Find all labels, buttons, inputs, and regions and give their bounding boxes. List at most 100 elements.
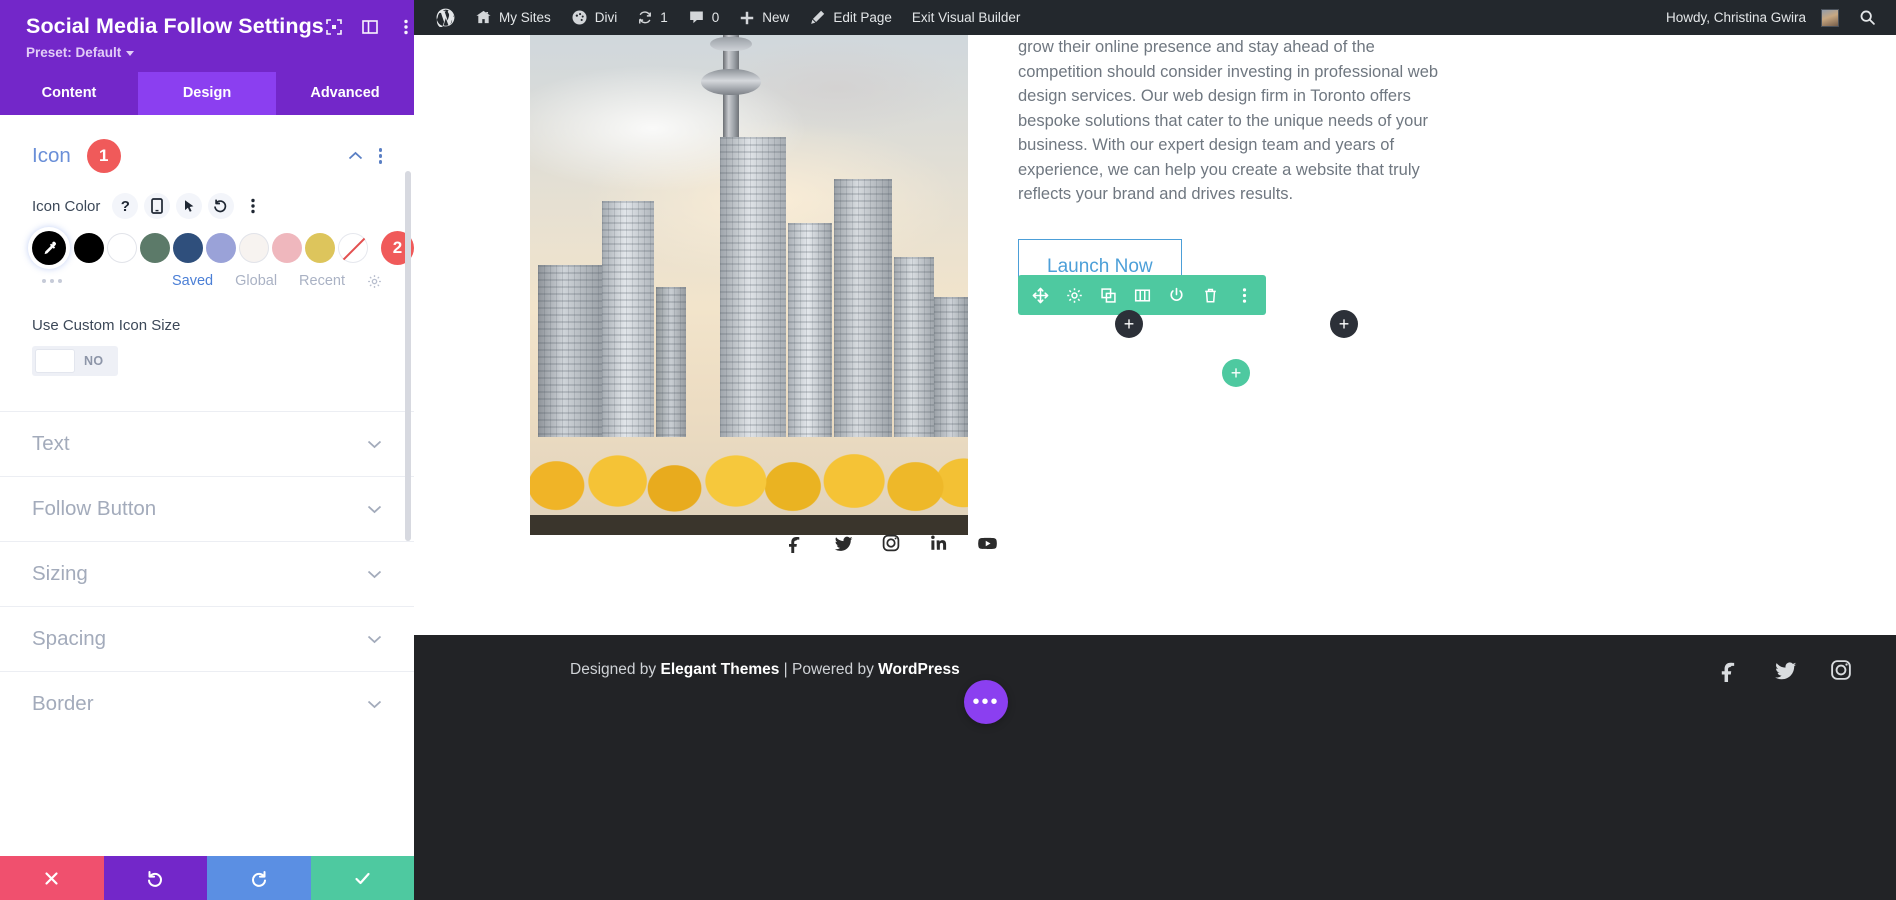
module-settings-panel: Social Media Follow Settings [0,0,414,900]
text-module: grow their online presence and stay ahea… [1018,35,1458,295]
my-sites-menu[interactable]: My Sites [465,0,561,35]
preset-label: Preset: Default [26,45,121,60]
swatch-sage[interactable] [140,233,170,263]
building [538,265,602,437]
icon-color-label: Icon Color [32,198,100,215]
accordion-border[interactable]: Border [0,671,414,736]
palette-tab-global[interactable]: Global [235,273,277,289]
add-row-button[interactable]: + [1222,359,1250,387]
accordion-label: Sizing [32,562,88,586]
icon-section: Icon 1 [0,115,414,173]
linkedin-icon[interactable] [928,532,950,554]
wordpress-logo-icon[interactable] [426,0,465,35]
reset-icon[interactable] [208,193,234,219]
undo-button[interactable] [104,856,208,900]
facebook-icon[interactable] [784,532,806,554]
comments-menu[interactable]: 0 [678,0,730,35]
divi-menu[interactable]: Divi [561,0,628,35]
custom-icon-size-toggle[interactable]: NO [32,346,118,376]
tab-design[interactable]: Design [138,72,276,115]
tab-content[interactable]: Content [0,72,138,115]
my-sites-label: My Sites [499,10,551,25]
palette-tab-recent[interactable]: Recent [299,273,345,289]
swatch-pink[interactable] [272,233,302,263]
building [934,297,968,437]
tab-advanced[interactable]: Advanced [276,72,414,115]
updates-count: 1 [660,10,668,25]
accordion-spacing[interactable]: Spacing [0,606,414,671]
kebab-menu-icon[interactable] [1234,285,1254,305]
new-menu[interactable]: New [729,0,799,35]
instagram-icon[interactable] [880,532,902,554]
chevron-down-icon [367,566,382,583]
accordion-follow-button[interactable]: Follow Button [0,476,414,541]
search-icon[interactable] [1849,0,1886,35]
swatch-periwinkle[interactable] [206,233,236,263]
icon-color-field: Icon Color ? [0,173,414,219]
panel-body: Icon 1 Icon Color ? [0,115,414,856]
edit-page-menu[interactable]: Edit Page [799,0,902,35]
focus-icon[interactable] [324,17,344,37]
panel-scrollbar[interactable] [405,171,411,541]
disable-icon[interactable] [1166,285,1186,305]
chevron-down-icon [367,436,382,453]
gear-icon[interactable] [1064,285,1084,305]
redo-button[interactable] [207,856,311,900]
custom-icon-size-field: Use Custom Icon Size NO [0,289,414,377]
mobile-icon[interactable] [144,193,170,219]
duplicate-icon[interactable] [1098,285,1118,305]
footer-credit-prefix: Designed by [570,661,660,678]
page-canvas: grow their online presence and stay ahea… [414,35,1896,900]
divi-label: Divi [595,10,618,25]
accordion-sizing[interactable]: Sizing [0,541,414,606]
greeting-label: Howdy, Christina Gwira [1666,10,1806,25]
move-icon[interactable] [1030,285,1050,305]
account-menu[interactable]: Howdy, Christina Gwira [1656,0,1849,35]
design-accordions: Text Follow Button Sizing [0,411,414,736]
add-section-button[interactable]: + [1330,310,1358,338]
footer-credit-brand[interactable]: Elegant Themes [660,661,779,678]
swatch-white[interactable] [107,233,137,263]
columns-icon[interactable] [1132,285,1152,305]
comments-count: 0 [712,10,720,25]
swatch-black[interactable] [74,233,104,263]
twitter-icon[interactable] [1772,657,1798,683]
palette-tab-saved[interactable]: Saved [172,273,213,289]
new-label: New [762,10,789,25]
footer-credit-platform[interactable]: WordPress [878,661,960,678]
instagram-icon[interactable] [1828,657,1854,683]
chevron-up-icon[interactable] [348,149,363,164]
swatch-gold[interactable] [305,233,335,263]
chevron-down-icon [367,631,382,648]
layout-columns-icon[interactable] [360,17,380,37]
body-paragraph: grow their online presence and stay ahea… [1018,35,1458,207]
updates-menu[interactable]: 1 [627,0,678,35]
exit-visual-builder[interactable]: Exit Visual Builder [902,0,1031,35]
cancel-button[interactable] [0,856,104,900]
kebab-menu-icon[interactable] [240,193,266,219]
facebook-icon[interactable] [1716,657,1742,683]
accordion-text[interactable]: Text [0,411,414,476]
page-settings-button[interactable]: ••• [964,680,1008,724]
swatch-selected-eyedropper[interactable] [32,231,66,265]
accordion-label: Text [32,432,70,456]
youtube-icon[interactable] [976,532,998,554]
add-module-button[interactable]: + [1115,310,1143,338]
autumn-trees [530,435,968,527]
swatch-offwhite[interactable] [239,233,269,263]
kebab-menu-icon[interactable] [379,148,383,164]
footer-credit: Designed by Elegant Themes | Powered by … [570,661,960,679]
help-icon[interactable]: ? [112,193,138,219]
preset-selector[interactable]: Preset: Default [26,45,394,60]
chevron-down-icon [367,696,382,713]
cursor-icon[interactable] [176,193,202,219]
ellipsis-icon[interactable] [42,279,62,283]
gear-icon[interactable] [367,274,382,289]
swatch-none[interactable] [338,233,368,263]
swatch-navy[interactable] [173,233,203,263]
trash-icon[interactable] [1200,285,1220,305]
twitter-icon[interactable] [832,532,854,554]
preview-area: My Sites Divi 1 0 New Edit Page [414,0,1896,900]
kebab-menu-icon[interactable] [396,17,416,37]
save-button[interactable] [311,856,415,900]
